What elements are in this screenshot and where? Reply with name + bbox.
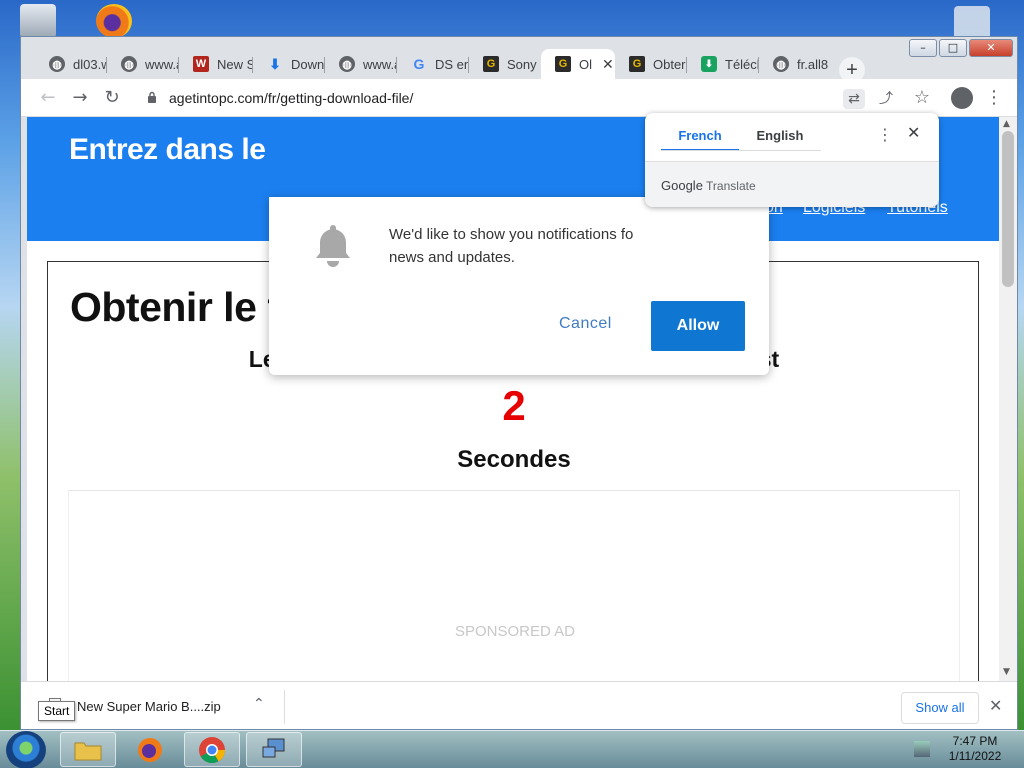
tab[interactable]: W New S [179,49,253,79]
g-logo-icon: G [555,56,571,72]
browser-menu-icon[interactable]: ⋮ [985,87,1003,108]
notification-message: We'd like to show you notifications fo n… [389,226,634,266]
tab[interactable]: G Obter [615,49,687,79]
tab-close-icon[interactable]: ✕ [602,56,614,73]
g-logo-icon: G [483,56,499,72]
taskbar: 7:47 PM 1/11/2022 [0,730,1024,768]
tab[interactable]: ◍ www.a [325,49,397,79]
reload-icon[interactable]: ↻ [101,87,123,109]
ad-label: SPONSORED AD [454,623,576,640]
recycle-bin-icon[interactable] [20,4,56,38]
tab[interactable]: G DS en [397,49,469,79]
share-icon[interactable]: ⤴ [875,89,897,109]
w-logo-icon: W [193,56,209,72]
scroll-up-icon[interactable]: ▲ [1003,119,1010,129]
site-title[interactable]: Entrez dans le [69,133,266,167]
seconds-label: Secondes [457,446,571,473]
download-shelf: New Super Mario B....zip ⌃ Show all ✕ [21,681,1017,729]
bell-icon [316,225,350,267]
scroll-thumb[interactable] [1002,131,1014,287]
translate-footer: Google Translate [645,161,939,207]
chevron-up-icon[interactable]: ⌃ [253,696,265,712]
network-computer-icon[interactable] [246,732,302,767]
tab-active[interactable]: G Ol ✕ [541,49,615,79]
forward-arrow-icon[interactable]: → [69,87,91,109]
cancel-button[interactable]: Cancel [559,315,619,339]
google-translate-logo: Google Translate [661,178,756,193]
green-download-icon: ⬇ [701,56,717,72]
allow-button[interactable]: Allow [651,301,745,351]
chrome-icon[interactable] [184,732,240,767]
globe-icon: ◍ [49,56,65,72]
start-button[interactable] [6,731,46,768]
tab[interactable]: ⬇ Down [253,49,325,79]
browser-window: – □ ✕ ◍ dl03.w ◍ www.a W New S ⬇ Down ◍ … [20,36,1018,730]
tab-english[interactable]: English [741,123,819,151]
page-scrollbar[interactable]: ▲ ▼ [999,117,1017,681]
firefox-desktop-icon[interactable] [96,4,132,38]
globe-icon: ◍ [121,56,137,72]
tab[interactable]: ◍ dl03.w [35,49,107,79]
translate-close-icon[interactable]: ✕ [907,123,920,142]
tab-strip: ◍ dl03.w ◍ www.a W New S ⬇ Down ◍ www.a … [21,45,1017,83]
translate-icon[interactable]: ⇄ [843,89,865,109]
network-tray-icon[interactable] [914,741,930,757]
system-clock[interactable]: 7:47 PM 1/11/2022 [940,734,1010,764]
url-text[interactable]: agetintopc.com/fr/getting-download-file/ [169,90,413,106]
start-tooltip: Start [38,701,76,721]
lock-icon [148,91,156,103]
browser-toolbar: ← → ↻ agetintopc.com/fr/getting-download… [21,79,1017,117]
tab[interactable]: ◍ fr.all8 [759,49,831,79]
translate-options-icon[interactable]: ⋮ [877,125,893,144]
address-bar[interactable]: agetintopc.com/fr/getting-download-file/… [135,83,895,113]
tab[interactable]: ◍ www.a [107,49,179,79]
globe-icon: ◍ [773,56,789,72]
download-file-name[interactable]: New Super Mario B....zip [77,699,221,714]
document-desktop-icon[interactable] [954,6,990,40]
bookmark-star-icon[interactable]: ☆ [911,87,933,109]
back-arrow-icon[interactable]: ← [37,87,59,109]
notification-prompt: We'd like to show you notifications fo n… [269,197,769,375]
download-item[interactable]: New Super Mario B....zip ⌃ [41,690,285,724]
translate-bubble: French English ⋮ ✕ Google Translate [645,113,939,207]
firefox-icon[interactable] [122,732,178,767]
tab[interactable]: G Sony [469,49,541,79]
explorer-folder-icon[interactable] [60,732,116,767]
scroll-down-icon[interactable]: ▼ [1003,667,1010,677]
download-arrow-icon: ⬇ [269,55,281,72]
tab-french[interactable]: French [661,123,739,151]
profile-avatar-icon[interactable] [951,87,973,109]
g-logo-icon: G [629,56,645,72]
tab[interactable]: ⬇ Téléch [687,49,759,79]
close-shelf-icon[interactable]: ✕ [989,696,1002,715]
google-g-icon: G [413,56,425,72]
countdown-number: 2 [502,382,526,429]
globe-icon: ◍ [339,56,355,72]
show-all-button[interactable]: Show all [901,692,979,724]
ad-container[interactable]: SPONSORED AD [68,490,960,681]
